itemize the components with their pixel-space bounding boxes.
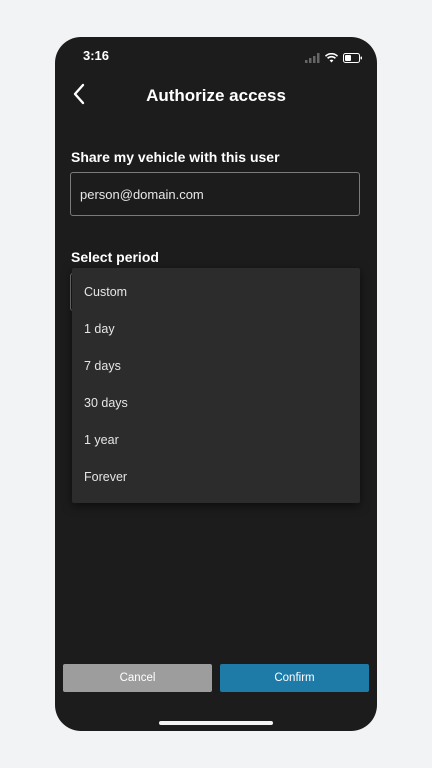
home-indicator[interactable]: [159, 721, 273, 725]
wifi-icon: [324, 50, 339, 68]
period-option-30-days[interactable]: 30 days: [72, 385, 360, 422]
period-dropdown-menu: Custom 1 day 7 days 30 days 1 year Forev…: [72, 268, 360, 503]
period-option-7-days[interactable]: 7 days: [72, 348, 360, 385]
cellular-signal-icon: [305, 50, 320, 68]
status-time: 3:16: [83, 48, 110, 63]
share-label: Share my vehicle with this user: [71, 149, 280, 165]
cancel-button[interactable]: Cancel: [63, 664, 212, 692]
status-icons: [305, 50, 363, 68]
confirm-button[interactable]: Confirm: [220, 664, 369, 692]
email-field[interactable]: [70, 172, 360, 216]
period-option-custom[interactable]: Custom: [72, 274, 360, 311]
period-label: Select period: [71, 249, 159, 265]
phone-screen: 3:16 Authorize access Share my vehicle w…: [55, 37, 377, 731]
battery-icon: [343, 50, 363, 68]
period-option-1-day[interactable]: 1 day: [72, 311, 360, 348]
period-option-forever[interactable]: Forever: [72, 459, 360, 496]
page-title: Authorize access: [146, 86, 286, 105]
period-option-1-year[interactable]: 1 year: [72, 422, 360, 459]
